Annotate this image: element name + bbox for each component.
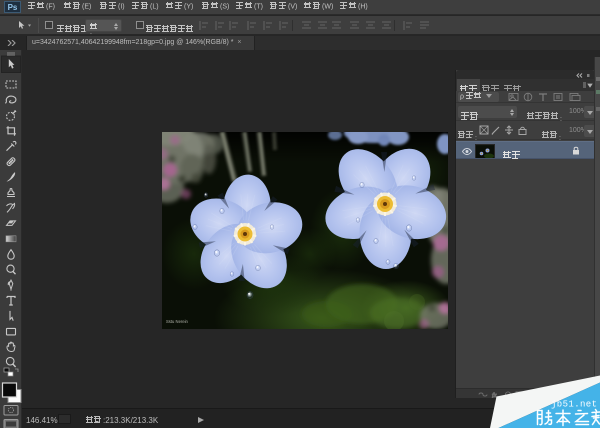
svg-text:jb51.net: jb51.net: [551, 400, 597, 410]
svg-text:Sstu Nerein: Sstu Nerein: [166, 319, 189, 324]
